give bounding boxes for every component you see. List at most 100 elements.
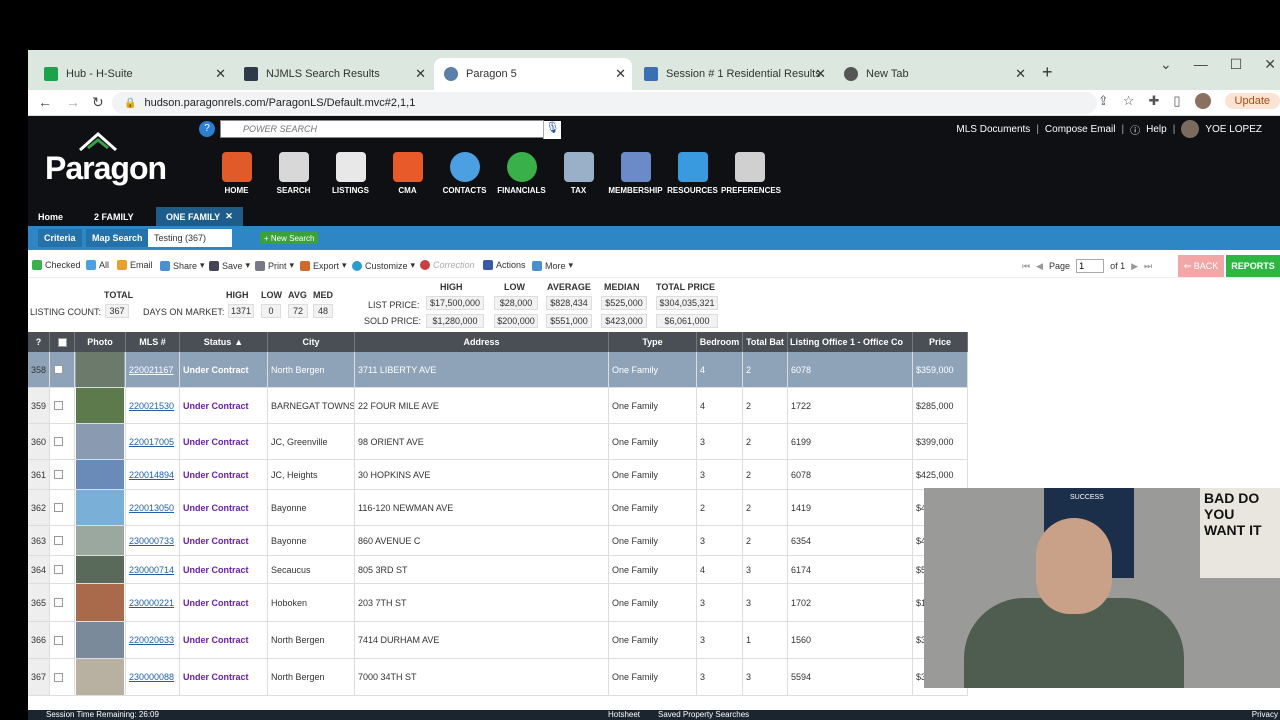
status-column-header[interactable]: Status ▲	[180, 332, 268, 352]
listing-photo[interactable]	[76, 490, 124, 525]
listing-photo[interactable]	[76, 424, 124, 459]
select-all-checkbox[interactable]	[57, 337, 67, 347]
minimize-icon[interactable]: —	[1194, 56, 1208, 73]
save-button[interactable]: Save ▾	[209, 260, 250, 271]
nav-preferences[interactable]: PREFERENCES	[721, 152, 781, 195]
table-row[interactable]: 359 220021530 Under Contract BARNEGAT TOWNS…	[28, 388, 968, 424]
nav-financials[interactable]: FINANCIALS	[493, 152, 550, 195]
tab-new[interactable]: New Tab ✕	[834, 58, 1032, 90]
row-checkbox[interactable]	[54, 635, 63, 645]
next-page-icon[interactable]: ▶	[1131, 261, 1138, 272]
user-name[interactable]: YOE LOPEZ	[1205, 124, 1262, 135]
compose-email-link[interactable]: Compose Email	[1045, 124, 1116, 135]
hotsheet-link[interactable]: Hotsheet	[608, 710, 640, 719]
total-bath-column-header[interactable]: Total Bat	[743, 332, 788, 352]
tab-paragon[interactable]: Paragon 5 ✕	[434, 58, 632, 90]
new-search-button[interactable]: + New Search	[260, 232, 319, 244]
row-checkbox[interactable]	[54, 536, 63, 545]
mls-link[interactable]: 230000733	[126, 536, 174, 546]
close-icon[interactable]: ✕	[225, 211, 233, 222]
paragon-logo[interactable]: Paragon	[42, 130, 172, 190]
close-icon[interactable]: ✕	[615, 66, 626, 82]
row-checkbox[interactable]	[54, 503, 63, 512]
table-row[interactable]: 366 220020633 Under Contract North Bergen 74…	[28, 622, 968, 659]
tab-home[interactable]: Home	[28, 207, 73, 226]
mls-link[interactable]: 230000714	[126, 565, 174, 575]
all-button[interactable]: All	[86, 260, 109, 270]
share-icon[interactable]: ⇪	[1098, 93, 1109, 109]
mls-link[interactable]: 220021530	[126, 401, 174, 411]
email-button[interactable]: Email	[117, 260, 153, 270]
window-close-icon[interactable]: ✕	[1264, 56, 1276, 73]
share-button[interactable]: Share ▾	[160, 260, 205, 271]
row-checkbox[interactable]	[54, 565, 63, 574]
table-row[interactable]: 362 220013050 Under Contract Bayonne 116-120…	[28, 490, 968, 526]
tab-testing[interactable]: Testing (367)	[148, 229, 232, 247]
mls-link[interactable]: 230000088	[126, 672, 174, 682]
sidebar-icon[interactable]: ▯	[1173, 93, 1180, 109]
more-button[interactable]: More ▾	[532, 260, 573, 271]
nav-tax[interactable]: TAX	[550, 152, 607, 195]
help-icon[interactable]: ⓘ	[1130, 122, 1140, 137]
microphone-icon[interactable]: 🎙	[543, 121, 561, 139]
avatar[interactable]	[1181, 120, 1200, 138]
address-column-header[interactable]: Address	[355, 332, 609, 352]
mls-documents-link[interactable]: MLS Documents	[956, 124, 1030, 135]
nav-search[interactable]: SEARCH	[265, 152, 322, 195]
listing-photo[interactable]	[76, 388, 124, 423]
table-row[interactable]: 364 230000714 Under Contract Secaucus 805 3R…	[28, 556, 968, 584]
table-row[interactable]: 363 230000733 Under Contract Bayonne 860 AVE…	[28, 526, 968, 556]
bookmark-star-icon[interactable]: ☆	[1123, 93, 1135, 109]
nav-listings[interactable]: LISTINGS	[322, 152, 379, 195]
maximize-icon[interactable]: ☐	[1230, 56, 1243, 73]
mls-link[interactable]: 220014894	[126, 470, 174, 480]
row-checkbox[interactable]	[54, 401, 63, 410]
mls-link[interactable]: 230000221	[126, 598, 174, 608]
mls-link[interactable]: 220020633	[126, 635, 174, 645]
first-page-icon[interactable]: ⏮	[1022, 261, 1030, 272]
help-column-header[interactable]: ?	[28, 332, 50, 352]
nav-cma[interactable]: CMA	[379, 152, 436, 195]
nav-resources[interactable]: RESOURCES	[664, 152, 721, 195]
extensions-icon[interactable]: ✚	[1148, 93, 1159, 109]
customize-button[interactable]: Customize ▾	[352, 260, 415, 271]
type-column-header[interactable]: Type	[609, 332, 697, 352]
mls-column-header[interactable]: MLS #	[126, 332, 180, 352]
tab-njmls[interactable]: NJMLS Search Results ✕	[234, 58, 432, 90]
table-row[interactable]: 358 220021167 Under Contract North Bergen 37…	[28, 352, 968, 388]
row-checkbox[interactable]	[54, 672, 63, 682]
tab-2-family[interactable]: 2 FAMILY	[84, 207, 144, 226]
mls-link[interactable]: 220013050	[126, 503, 174, 513]
listing-photo[interactable]	[76, 584, 124, 621]
profile-avatar-icon[interactable]	[1194, 93, 1211, 109]
listing-photo[interactable]	[76, 622, 124, 658]
prev-page-icon[interactable]: ◀	[1036, 261, 1043, 272]
checked-button[interactable]: Checked	[32, 260, 81, 270]
table-row[interactable]: 360 220017005 Under Contract JC, Greenville…	[28, 424, 968, 460]
mls-link[interactable]: 220017005	[126, 437, 174, 447]
close-icon[interactable]: ✕	[215, 66, 226, 82]
nav-contacts[interactable]: CONTACTS	[436, 152, 493, 195]
url-field[interactable]: 🔒 hudson.paragonrels.com/ParagonLS/Defau…	[112, 92, 1097, 114]
tab-session[interactable]: Session # 1 Residential Results ✕	[634, 58, 832, 90]
photo-column-header[interactable]: Photo	[75, 332, 126, 352]
listing-photo[interactable]	[76, 352, 124, 387]
close-icon[interactable]: ✕	[415, 66, 426, 82]
back-arrow-icon[interactable]: ←	[38, 94, 52, 110]
mls-link[interactable]: 220021167	[126, 365, 173, 375]
listing-photo[interactable]	[76, 659, 124, 695]
tab-map-search[interactable]: Map Search	[86, 229, 149, 247]
nav-membership[interactable]: MEMBERSHIP	[607, 152, 664, 195]
help-question-icon[interactable]: ?	[199, 121, 215, 137]
correction-button[interactable]: Correction	[420, 260, 475, 270]
price-column-header[interactable]: Price	[913, 332, 968, 352]
help-link[interactable]: Help	[1146, 124, 1167, 135]
listing-photo[interactable]	[76, 556, 124, 583]
listing-photo[interactable]	[76, 526, 124, 555]
table-row[interactable]: 367 230000088 Under Contract North Bergen 70…	[28, 659, 968, 696]
page-number-input[interactable]	[1076, 259, 1105, 273]
power-search-input[interactable]	[221, 121, 501, 137]
tab-search-icon[interactable]: ⌄	[1160, 56, 1172, 73]
listing-photo[interactable]	[76, 460, 124, 489]
forward-arrow-icon[interactable]: →	[66, 94, 80, 110]
